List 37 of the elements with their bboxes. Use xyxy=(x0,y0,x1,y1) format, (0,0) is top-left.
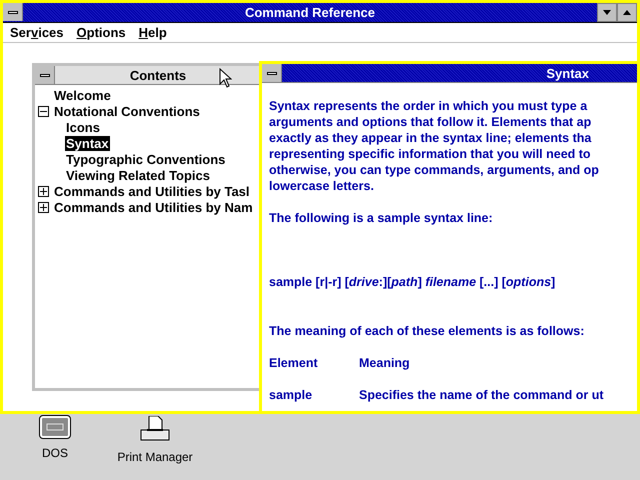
minimize-button[interactable] xyxy=(597,3,617,22)
down-arrow-icon xyxy=(603,10,611,15)
tree-item[interactable]: Notational Conventions xyxy=(53,104,201,118)
tree-item[interactable]: Typographic Conventions xyxy=(65,152,226,166)
tree-item[interactable]: Syntax xyxy=(65,136,110,150)
syntax-line: sample [r|-r] [drive:][path] filename [...] [options] xyxy=(269,274,556,290)
menu-item[interactable]: Help xyxy=(138,22,167,42)
tree-item[interactable]: Commands and Utilities by Tasl xyxy=(53,184,251,198)
window-title: Contents xyxy=(130,67,186,84)
paragraph: Syntax represents the order in which you must type a arguments and options that follow it. Elements that ap exactly as they appear in the syntax line; elements tha representing specific information that you will need to otherwise, you can type commands, arguments, and op lowercase letters. xyxy=(269,98,600,194)
printer-icon[interactable] xyxy=(139,416,171,442)
dos-icon[interactable] xyxy=(40,416,70,438)
menu-item[interactable]: Services xyxy=(10,22,64,42)
table-cell-text: sample xyxy=(269,387,314,403)
icon-label: DOS xyxy=(42,445,68,462)
tree-item[interactable]: Viewing Related Topics xyxy=(65,168,211,182)
tree-item[interactable]: Welcome xyxy=(53,88,112,102)
up-arrow-icon xyxy=(623,10,631,15)
paragraph: The meaning of each of these elements is as follows: xyxy=(269,323,586,339)
window-title: Command Reference xyxy=(244,4,376,22)
tree-item[interactable]: Icons xyxy=(65,120,101,134)
collapse-icon[interactable] xyxy=(38,106,49,116)
icon-label: Print Manager xyxy=(117,449,193,466)
system-menu-button[interactable] xyxy=(3,3,23,21)
mouse-pointer-icon xyxy=(219,68,232,88)
column-header: Element xyxy=(269,355,319,371)
menu-item[interactable]: Options xyxy=(76,22,126,42)
system-menu-button[interactable] xyxy=(262,64,282,82)
column-header: Meaning xyxy=(359,355,411,371)
window-title: Syntax xyxy=(546,65,589,82)
expand-icon[interactable] xyxy=(38,186,49,196)
system-menu-button[interactable] xyxy=(35,66,55,84)
tree-item[interactable]: Commands and Utilities by Nam xyxy=(53,200,254,214)
maximize-button[interactable] xyxy=(617,3,637,22)
table-cell-text: Specifies the name of the command or ut xyxy=(359,387,604,403)
expand-icon[interactable] xyxy=(38,202,49,212)
paragraph: The following is a sample syntax line: xyxy=(269,210,494,226)
